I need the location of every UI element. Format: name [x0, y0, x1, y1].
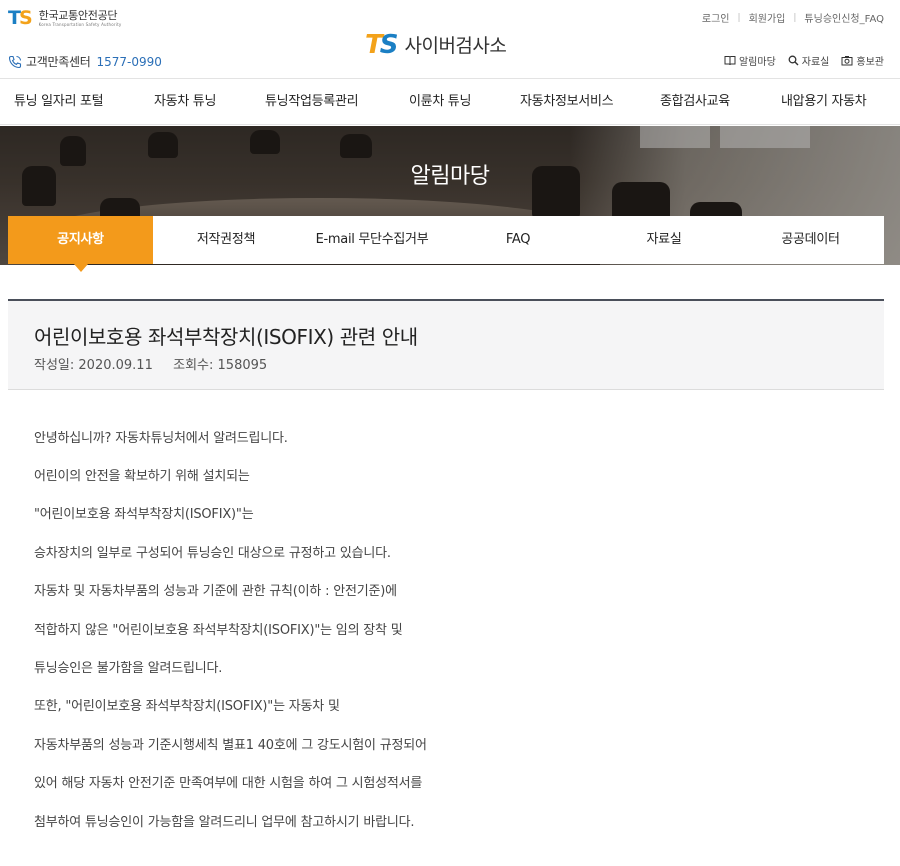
nav-pressure-vessel-vehicle[interactable]: 내압용기 자동차: [781, 79, 867, 124]
call-center-label: 고객만족센터: [26, 55, 91, 69]
body-paragraph: 자동차부품의 성능과 기준시행세칙 별표1 40호에 그 강도시험이 규정되어: [34, 738, 427, 753]
article-title: 어린이보호용 좌석부착장치(ISOFIX) 관련 안내: [34, 325, 418, 349]
active-tab-arrow: [73, 264, 88, 272]
call-center[interactable]: 고객만족센터 1577-0990: [8, 53, 162, 70]
views-label: 조회수:: [173, 358, 214, 373]
utility-links: 로그인 | 회원가입 | 튜닝승인신청_FAQ: [702, 10, 884, 26]
body-paragraph: 또한, "어린이보호용 좌석부착장치(ISOFIX)"는 자동차 및: [34, 699, 340, 714]
quick-link-label: 알림마당: [738, 57, 776, 68]
body-paragraph: 적합하지 않은 "어린이보호용 좌석부착장치(ISOFIX)"는 임의 장착 및: [34, 623, 403, 638]
body-paragraph: 어린이의 안전을 확보하기 위해 설치되는: [34, 469, 250, 484]
signup-link[interactable]: 회원가입: [749, 10, 786, 25]
org-logo[interactable]: TS 한국교통안전공단 Korea Transportation Safety …: [8, 7, 122, 29]
call-center-number[interactable]: 1577-0990: [96, 55, 161, 69]
tab-label: E-mail 무단수집거부: [315, 232, 429, 247]
tab-label: 공공데이터: [781, 232, 840, 247]
nav-tuning-work-registration[interactable]: 튜닝작업등록관리: [265, 79, 359, 124]
search-icon: [788, 55, 799, 66]
nav-tuning-job-portal[interactable]: 튜닝 일자리 포털: [14, 79, 104, 124]
sub-tabs: 공지사항 저작권정책 E-mail 무단수집거부 FAQ 자료실 공공데이터: [8, 216, 884, 272]
quick-link-archive[interactable]: 자료실: [788, 53, 830, 68]
body-paragraph: 안녕하십니까? 자동차튜닝처에서 알려드립니다.: [34, 431, 288, 446]
site-logo[interactable]: TS 사이버검사소: [365, 29, 507, 60]
divider: |: [793, 12, 797, 23]
tab-label: 저작권정책: [196, 232, 256, 247]
tab-archive[interactable]: 자료실: [591, 216, 737, 264]
article-meta: 작성일: 2020.09.11 조회수: 158095: [34, 354, 267, 373]
quick-link-label: 자료실: [801, 57, 830, 68]
tab-copyright-policy[interactable]: 저작권정책: [153, 216, 299, 264]
date-label: 작성일:: [34, 358, 75, 373]
body-paragraph: 튜닝승인은 불가함을 알려드립니다.: [34, 661, 223, 676]
tuning-faq-link[interactable]: 튜닝승인신청_FAQ: [804, 10, 884, 25]
tab-public-data[interactable]: 공공데이터: [737, 216, 884, 264]
tab-label: 공지사항: [57, 232, 104, 247]
post-date: 2020.09.11: [78, 358, 153, 373]
org-name: 한국교통안전공단: [38, 8, 118, 22]
nav-vehicle-tuning[interactable]: 자동차 튜닝: [154, 79, 216, 124]
view-count: 158095: [217, 358, 268, 373]
quick-link-label: 홍보관: [856, 57, 884, 68]
tab-label: 자료실: [646, 232, 682, 247]
quick-link-pr[interactable]: 홍보관: [841, 53, 884, 68]
site-header: TS 한국교통안전공단 Korea Transportation Safety …: [0, 0, 900, 78]
divider: |: [737, 12, 741, 23]
org-logo-mark: TS: [8, 7, 33, 29]
body-paragraph: 첨부하여 튜닝승인이 가능함을 알려드리니 업무에 참고하시기 바랍니다.: [34, 815, 415, 830]
camera-icon: [841, 56, 853, 66]
quick-link-notice[interactable]: 알림마당: [724, 53, 776, 68]
main-navigation: 튜닝 일자리 포털 자동차 튜닝 튜닝작업등록관리 이륜차 튜닝 자동차정보서비…: [0, 78, 900, 125]
article-header: 어린이보호용 좌석부착장치(ISOFIX) 관련 안내 작성일: 2020.09…: [8, 299, 884, 390]
tab-label: FAQ: [505, 232, 531, 247]
site-logo-mark: TS: [365, 29, 399, 60]
nav-inspection-education[interactable]: 종합검사교육: [660, 79, 730, 124]
login-link[interactable]: 로그인: [702, 10, 730, 25]
tab-email-refusal[interactable]: E-mail 무단수집거부: [299, 216, 445, 264]
quick-links: 알림마당 자료실 홍보관: [712, 53, 884, 68]
body-paragraph: 승차장치의 일부로 구성되어 튜닝승인 대상으로 규정하고 있습니다.: [34, 546, 391, 561]
org-name-en: Korea Transportation Safety Authority: [38, 21, 122, 27]
body-paragraph: "어린이보호용 좌석부착장치(ISOFIX)"는: [34, 507, 254, 522]
phone-icon: [8, 55, 22, 69]
site-name: 사이버검사소: [404, 35, 507, 57]
body-paragraph: 있어 해당 자동차 안전기준 만족여부에 대한 시험을 하여 그 시험성적서를: [34, 776, 423, 791]
tab-notice[interactable]: 공지사항: [8, 216, 153, 272]
nav-vehicle-info-service[interactable]: 자동차정보서비스: [520, 79, 614, 124]
book-icon: [724, 56, 736, 66]
nav-motorcycle-tuning[interactable]: 이륜차 튜닝: [409, 79, 471, 124]
tab-faq[interactable]: FAQ: [445, 216, 591, 264]
banner-title: 알림마당: [410, 164, 490, 189]
body-paragraph: 자동차 및 자동차부품의 성능과 기준에 관한 규칙(이하 : 안전기준)에: [34, 584, 397, 599]
